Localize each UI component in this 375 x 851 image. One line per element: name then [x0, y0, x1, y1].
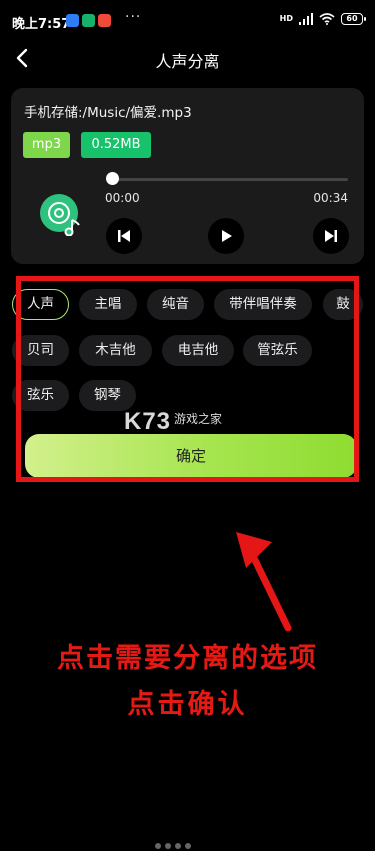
status-time: 晚上7:57 — [12, 17, 71, 32]
notification-app-icon — [98, 14, 111, 27]
notification-icons — [66, 14, 111, 27]
status-right: HD 60 — [279, 13, 366, 25]
playback-progress-handle[interactable] — [106, 172, 119, 185]
arrow-icon — [236, 532, 292, 632]
skip-previous-icon — [118, 230, 130, 242]
page-dot — [175, 843, 181, 849]
size-badge: 0.52MB — [81, 132, 151, 158]
skip-next-icon — [325, 230, 337, 242]
page-dot — [155, 843, 161, 849]
notification-app-icon — [82, 14, 95, 27]
wifi-icon — [319, 13, 335, 25]
file-path: 手机存储:/Music/偏爱.mp3 — [24, 105, 192, 121]
more-notifications-icon: ··· — [125, 9, 142, 25]
total-time: 00:34 — [313, 191, 348, 205]
top-bar: 人声分离 — [0, 44, 375, 74]
page-indicator — [155, 843, 191, 849]
audio-file-card: 手机存储:/Music/偏爱.mp3 mp3 0.52MB 00:00 00:3… — [11, 88, 364, 264]
music-disc-icon — [40, 194, 80, 236]
instruction-line-1: 点击需要分离的选项 — [57, 643, 318, 674]
status-bar: 晚上7:57 ··· HD 60 — [0, 0, 375, 44]
previous-button[interactable] — [106, 218, 142, 254]
format-badge: mp3 — [23, 132, 70, 158]
current-time: 00:00 — [105, 191, 140, 205]
page-title: 人声分离 — [155, 52, 220, 71]
page-dot — [165, 843, 171, 849]
play-icon — [222, 230, 232, 242]
highlight-box — [16, 276, 359, 482]
play-button[interactable] — [208, 218, 244, 254]
playback-progress-track[interactable] — [111, 178, 348, 181]
page-dot — [185, 843, 191, 849]
network-label: HD — [279, 14, 293, 23]
notification-app-icon — [66, 14, 79, 27]
signal-icon — [299, 13, 313, 25]
instruction-line-2: 点击确认 — [127, 689, 248, 720]
battery-icon: 60 — [341, 13, 366, 25]
next-button[interactable] — [313, 218, 349, 254]
